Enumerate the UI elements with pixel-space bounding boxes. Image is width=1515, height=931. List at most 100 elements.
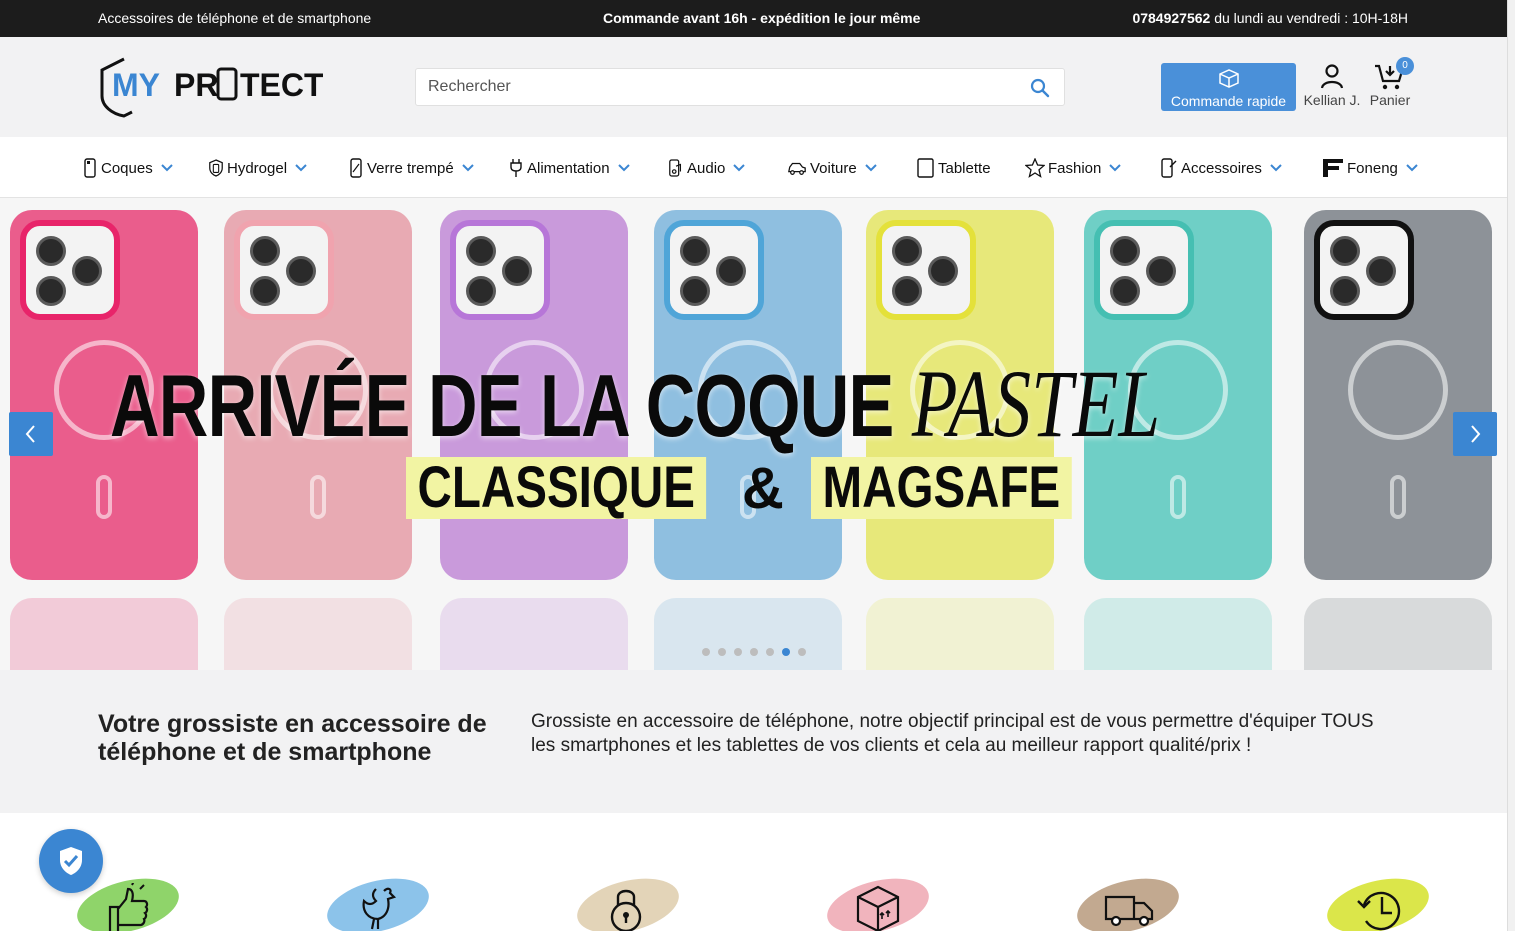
hero-slider[interactable]: ARRIVÉE DE LA COQUE PASTEL CLASSIQUE & M… xyxy=(0,198,1507,670)
nav-label: Foneng xyxy=(1347,159,1398,177)
camera-module xyxy=(664,220,764,320)
slider-dot[interactable] xyxy=(750,648,758,656)
chevron-down-icon xyxy=(160,164,173,172)
account-name: Kellian J. xyxy=(1303,92,1361,108)
foneng-logo-icon xyxy=(1323,159,1343,177)
camera-lens xyxy=(1110,276,1140,306)
camera-lens xyxy=(1146,256,1176,286)
slider-dot[interactable] xyxy=(702,648,710,656)
nav-item-alimentation[interactable]: Alimentation xyxy=(508,156,630,180)
chevron-down-icon xyxy=(295,164,307,172)
star-icon xyxy=(1025,158,1045,178)
nav-item-hydrogel[interactable]: Hydrogel xyxy=(208,156,307,180)
magsafe-stem xyxy=(1170,475,1186,519)
topbar-phone[interactable]: 0784927562 xyxy=(1132,10,1210,26)
search-icon[interactable] xyxy=(1030,78,1050,98)
hero-tag-right: MAGSAFE xyxy=(811,456,1129,520)
page-scrollbar[interactable] xyxy=(1507,0,1515,931)
slider-dot[interactable] xyxy=(718,648,726,656)
tempered-glass-icon xyxy=(350,158,362,178)
camera-lens xyxy=(36,236,66,266)
nav-label: Fashion xyxy=(1048,159,1102,177)
camera-lens xyxy=(286,256,316,286)
account-button[interactable]: Kellian J. xyxy=(1303,63,1361,111)
nav-label: Coques xyxy=(101,159,153,177)
nav-item-tablette[interactable]: Tablette xyxy=(916,156,991,180)
search-input[interactable] xyxy=(416,69,1016,105)
chevron-left-icon xyxy=(25,425,35,443)
chevron-down-icon xyxy=(462,164,474,172)
hero-tag-classique: CLASSIQUE xyxy=(406,457,707,519)
charger-plug-icon xyxy=(510,159,522,177)
slider-next-button[interactable] xyxy=(1453,412,1497,456)
trust-badge-button[interactable] xyxy=(39,829,103,893)
site-header: MY PR TECT Commande rapide Kellian J. 0 … xyxy=(0,37,1507,137)
package-icon xyxy=(1219,69,1239,88)
nav-item-coques[interactable]: Coques xyxy=(82,156,173,180)
nav-item-accessoires[interactable]: Accessoires xyxy=(1160,156,1282,180)
user-icon xyxy=(1320,64,1344,89)
slider-dot[interactable] xyxy=(734,648,742,656)
slider-dot[interactable] xyxy=(798,648,806,656)
chevron-down-icon xyxy=(1406,164,1418,172)
cart-count-badge: 0 xyxy=(1396,57,1414,75)
shield-icon xyxy=(209,159,223,177)
slider-prev-button[interactable] xyxy=(9,412,53,456)
nav-item-fashion[interactable]: Fashion xyxy=(1025,156,1122,180)
site-logo[interactable]: MY PR TECT xyxy=(98,56,324,118)
feature-stock xyxy=(821,869,936,931)
chevron-down-icon xyxy=(1109,164,1122,172)
camera-lens xyxy=(892,236,922,266)
phone-case-image xyxy=(1304,210,1492,580)
camera-module xyxy=(876,220,976,320)
thumbs-up-icon xyxy=(108,883,149,931)
camera-lens xyxy=(466,236,496,266)
padlock-icon xyxy=(610,889,642,931)
delivery-truck-icon xyxy=(1104,895,1154,927)
nav-label: Hydrogel xyxy=(227,159,288,177)
phone-reflection xyxy=(866,598,1054,670)
slider-dot[interactable] xyxy=(782,648,790,656)
camera-lens xyxy=(502,256,532,286)
camera-lens xyxy=(1366,256,1396,286)
hero-tag-amp-wrap: & xyxy=(742,456,784,521)
camera-lens xyxy=(680,236,710,266)
intro-title: Votre grossiste en accessoire de télépho… xyxy=(98,710,487,766)
camera-module xyxy=(20,220,120,320)
slider-dot[interactable] xyxy=(766,648,774,656)
camera-lens xyxy=(1330,236,1360,266)
nav-item-foneng[interactable]: Foneng xyxy=(1322,156,1418,180)
cart-button[interactable]: 0 Panier xyxy=(1366,57,1414,111)
quick-order-button[interactable]: Commande rapide xyxy=(1161,63,1296,111)
hero-headline: ARRIVÉE DE LA COQUE PASTEL xyxy=(110,348,1160,459)
camera-module xyxy=(1314,220,1414,320)
magsafe-stem xyxy=(1390,475,1406,519)
camera-lens xyxy=(680,276,710,306)
phone-reflection xyxy=(440,598,628,670)
svg-text:TECT: TECT xyxy=(240,67,323,103)
topbar-contact: 0784927562 du lundi au vendredi : 10H-18… xyxy=(1132,10,1408,26)
chevron-right-icon xyxy=(1471,425,1481,443)
feature-delivery xyxy=(1071,869,1186,931)
phone-reflection xyxy=(1304,598,1492,670)
feature-french xyxy=(321,869,436,931)
nav-item-verre-trempe[interactable]: Verre trempé xyxy=(348,156,474,180)
nav-item-voiture[interactable]: Voiture xyxy=(787,156,877,180)
hero-headline-main: ARRIVÉE DE LA COQUE xyxy=(110,356,912,455)
camera-module xyxy=(234,220,334,320)
features-section xyxy=(0,813,1507,931)
tablet-icon xyxy=(917,158,934,178)
accessories-icon xyxy=(1161,158,1177,178)
intro-text: Grossiste en accessoire de téléphone, no… xyxy=(531,711,1374,756)
phone-reflection xyxy=(224,598,412,670)
nav-item-audio[interactable]: Audio xyxy=(668,156,746,180)
phone-case-icon xyxy=(84,158,96,178)
camera-lens xyxy=(72,256,102,286)
phone-reflection xyxy=(10,598,198,670)
scrollbar-thumb[interactable] xyxy=(1509,0,1515,931)
camera-lens xyxy=(250,236,280,266)
nav-label: Audio xyxy=(687,159,726,177)
camera-module xyxy=(1094,220,1194,320)
camera-lens xyxy=(1110,236,1140,266)
hero-headline-italic: PASTEL xyxy=(911,350,1161,457)
